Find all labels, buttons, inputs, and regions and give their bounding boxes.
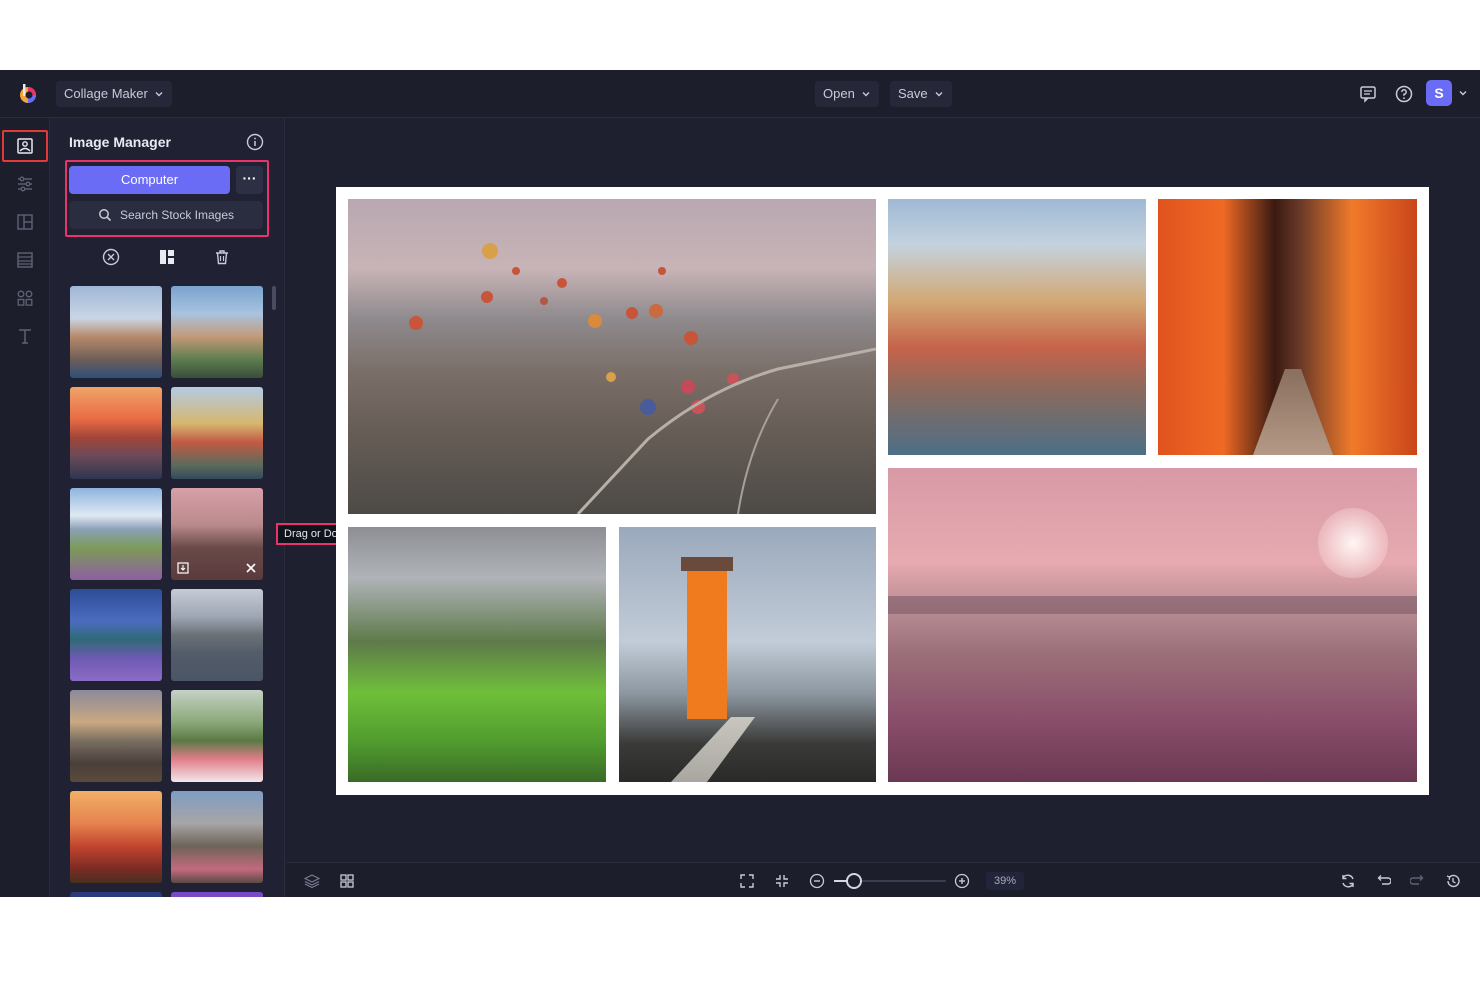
collage-tile-cinque-terre[interactable] [888, 199, 1146, 455]
zoom-out-button[interactable] [807, 871, 827, 891]
actual-size-button[interactable] [772, 871, 792, 891]
help-button[interactable] [1392, 82, 1416, 106]
expand-icon [740, 874, 754, 888]
help-icon [1395, 85, 1413, 103]
chevron-down-icon [862, 92, 870, 97]
chevron-down-icon [155, 92, 163, 97]
avatar[interactable]: S [1426, 80, 1452, 106]
fit-screen-button[interactable] [737, 871, 757, 891]
undo-button[interactable] [1373, 871, 1393, 891]
redo-button[interactable] [1408, 871, 1428, 891]
thumbnail-coastal-village[interactable] [171, 286, 263, 378]
layers-button[interactable] [302, 871, 322, 891]
layout-icon [17, 214, 33, 230]
redo-icon [1410, 875, 1424, 885]
torii-path [1253, 369, 1333, 455]
rail-adjust[interactable] [13, 172, 37, 196]
backgrounds-icon [17, 252, 33, 268]
remove-thumbnail-icon[interactable] [243, 560, 259, 576]
zoom-in-button[interactable] [952, 871, 972, 891]
lighthouse-tower [687, 567, 727, 719]
thumbnail-venice-canal[interactable] [70, 387, 162, 479]
history-icon [1446, 874, 1460, 888]
grid-layout-icon [160, 250, 174, 264]
grid-icon [340, 874, 354, 888]
rail-backgrounds[interactable] [13, 248, 37, 272]
image-manager-icon [17, 138, 33, 154]
clear-selection-button[interactable] [101, 247, 121, 267]
reset-button[interactable] [1338, 871, 1358, 891]
chevron-down-icon [935, 92, 943, 97]
info-icon[interactable] [246, 133, 264, 151]
thumbnail-lavender-lake[interactable] [70, 589, 162, 681]
rail-image-manager[interactable] [13, 134, 37, 158]
search-stock-images-button[interactable]: Search Stock Images [69, 201, 263, 229]
thumbnail-road-field[interactable] [70, 690, 162, 782]
open-label: Open [823, 86, 855, 101]
collage-tile-lighthouse[interactable] [619, 527, 876, 782]
graphics-icon [17, 290, 33, 306]
thumbnail-lupine-valley[interactable] [171, 589, 263, 681]
lighthouse-top [681, 557, 733, 571]
open-dropdown[interactable]: Open [815, 81, 879, 107]
thumbnail-manarola[interactable] [171, 387, 263, 479]
more-options-button[interactable]: ··· [236, 166, 263, 194]
logo-icon[interactable] [16, 82, 40, 106]
tool-rail [0, 118, 50, 897]
collage-tile-green-hills[interactable] [348, 527, 606, 782]
refresh-icon [1342, 874, 1354, 888]
history-button[interactable] [1443, 871, 1463, 891]
delete-images-button[interactable] [212, 247, 232, 267]
thumbnail-tulip-garden[interactable] [171, 690, 263, 782]
zoom-level[interactable]: 39% [986, 872, 1024, 890]
panel-scrollbar[interactable] [272, 286, 276, 310]
sun [1318, 508, 1388, 578]
undo-icon [1377, 875, 1391, 885]
chevron-down-icon[interactable] [1458, 88, 1468, 98]
lighthouse-boardwalk [671, 717, 755, 782]
layers-icon [304, 874, 320, 889]
app-menu-label: Collage Maker [64, 86, 148, 101]
text-icon [19, 329, 31, 344]
computer-upload-button[interactable]: Computer [69, 166, 230, 194]
treeline [888, 596, 1417, 614]
trash-icon [216, 250, 228, 265]
auto-fill-button[interactable] [157, 247, 177, 267]
collapse-icon [776, 875, 788, 887]
rail-text[interactable] [13, 324, 37, 348]
collage-tile-balloons[interactable] [348, 199, 876, 514]
thumbnail-cinque-terre-cliff[interactable] [70, 286, 162, 378]
thumbnail-poppy-field[interactable] [70, 791, 162, 883]
collage-tile-torii-gates[interactable] [1158, 199, 1417, 455]
collage-tile-heather-field[interactable] [888, 468, 1417, 782]
balloons-scene [409, 243, 876, 514]
thumbnail-partial-2[interactable] [171, 892, 263, 897]
replace-icon[interactable] [175, 560, 191, 576]
thumbnail-heather-field[interactable] [171, 488, 263, 580]
grid-view-button[interactable] [337, 871, 357, 891]
zoom-in-icon [954, 873, 970, 889]
zoom-out-icon [809, 873, 825, 889]
close-circle-icon [102, 248, 120, 266]
rail-layouts[interactable] [13, 210, 37, 234]
thumbnail-mountain-meadow[interactable] [70, 488, 162, 580]
search-icon [99, 209, 112, 222]
bottom-toolbar: 39% [286, 862, 1480, 897]
rail-graphics[interactable] [13, 286, 37, 310]
comments-button[interactable] [1356, 82, 1380, 106]
collage-canvas[interactable] [336, 187, 1429, 795]
adjust-icon [18, 176, 32, 192]
thumbnail-cathedral-flowers[interactable] [171, 791, 263, 883]
zoom-slider-handle[interactable] [846, 873, 863, 889]
thumbnail-partial-1[interactable] [70, 892, 162, 897]
comment-icon [1360, 86, 1376, 103]
save-label: Save [898, 86, 928, 101]
image-manager-panel: Image Manager Computer ··· Search Stock … [50, 118, 285, 897]
top-bar: Collage Maker Open Save S [0, 70, 1480, 118]
app-menu-dropdown[interactable]: Collage Maker [56, 81, 172, 107]
save-dropdown[interactable]: Save [890, 81, 952, 107]
search-stock-label: Search Stock Images [119, 208, 235, 222]
panel-title: Image Manager [69, 134, 171, 150]
